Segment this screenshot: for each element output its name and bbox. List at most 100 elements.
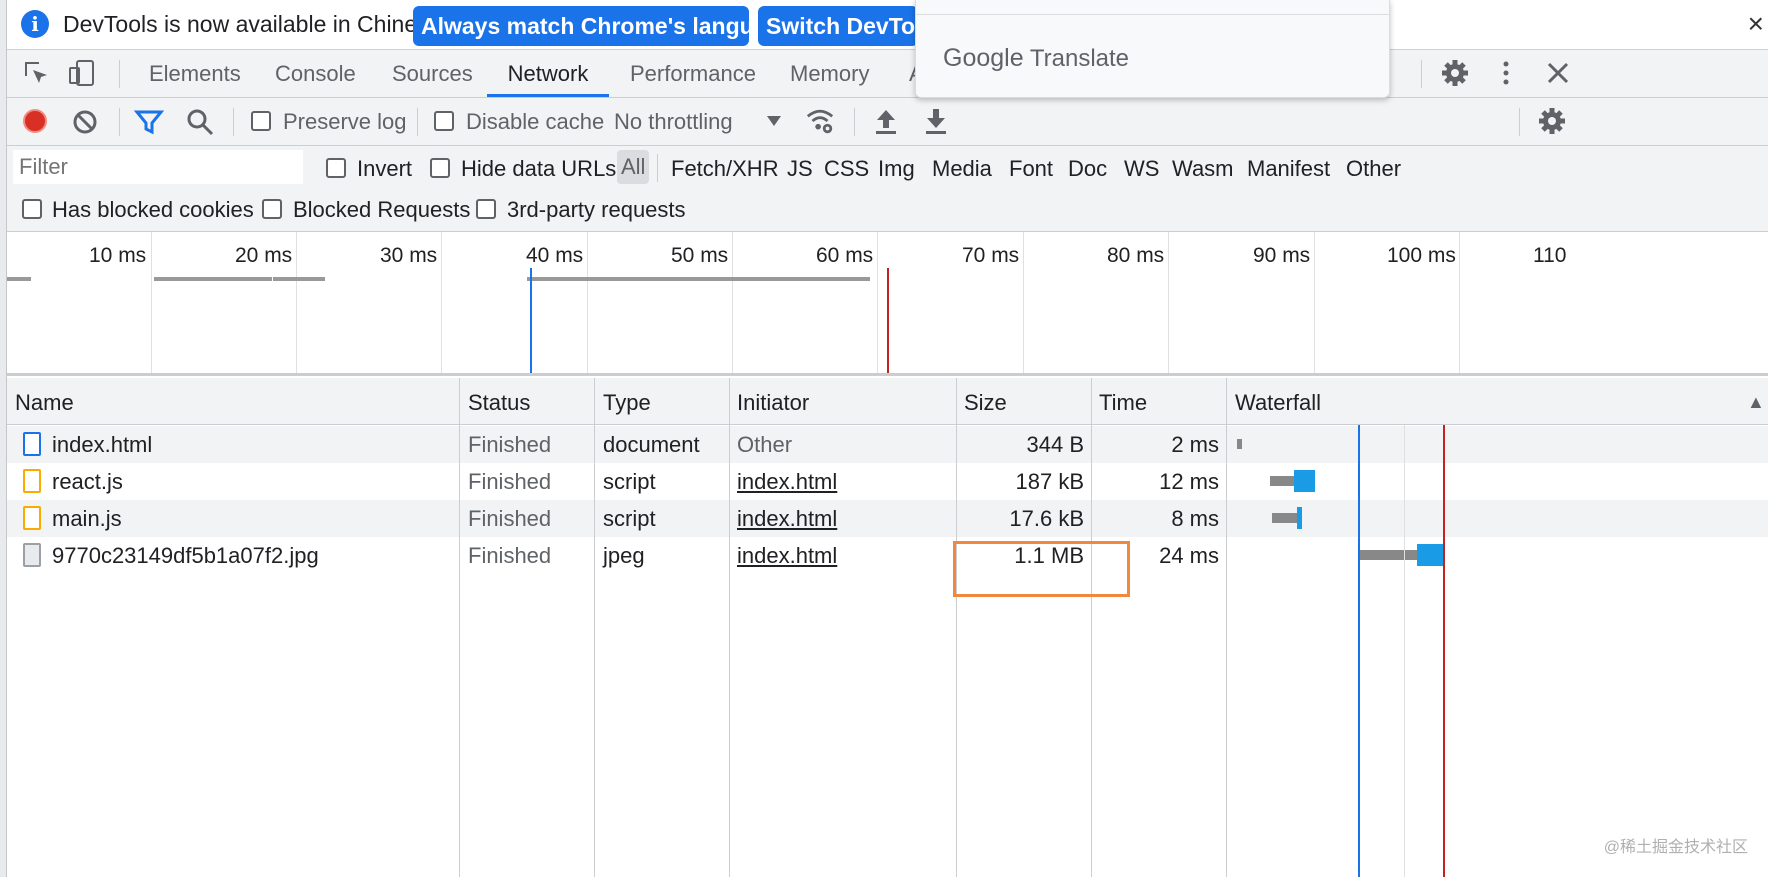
toolbar-separator [417,108,418,136]
overview-tick-label: 50 ms [671,244,729,267]
column-header-size[interactable]: Size [964,390,1007,416]
record-icon[interactable] [23,109,47,133]
request-initiator-link[interactable]: index.html [737,469,837,495]
clear-icon[interactable] [70,107,100,137]
column-header-type[interactable]: Type [603,390,651,416]
filter-icon[interactable] [134,107,164,137]
import-har-icon[interactable] [871,106,901,136]
third-party-requests-checkbox[interactable] [476,199,496,219]
table-row[interactable]: 9770c23149df5b1a07f2.jpg Finished jpeg i… [7,537,1768,574]
request-type: document [603,432,700,457]
column-divider[interactable] [1226,378,1227,877]
google-translate-popup: Google Translate [915,0,1390,98]
export-har-icon[interactable] [921,106,951,136]
hide-data-urls-checkbox[interactable] [430,158,450,178]
column-header-name[interactable]: Name [15,390,74,416]
column-header-initiator[interactable]: Initiator [737,390,809,416]
overview-gridline [1023,232,1024,373]
column-header-status[interactable]: Status [468,390,530,416]
column-divider[interactable] [956,378,957,877]
blocked-requests-checkbox[interactable] [262,199,282,219]
device-toolbar-icon[interactable] [67,58,97,88]
throttling-select[interactable]: No throttling [614,109,733,135]
tab-network[interactable]: Network [487,50,609,97]
load-event-line [1443,425,1445,877]
overview-tick-label: 20 ms [235,244,293,267]
filter-type-img[interactable]: Img [878,156,915,182]
inspect-element-icon[interactable] [21,58,51,88]
filter-type-doc[interactable]: Doc [1068,156,1107,182]
filter-bar: Invert Hide data URLs All Fetch/XHR JS C… [7,146,1768,232]
script-icon [23,469,41,493]
table-row[interactable]: react.js Finished script index.html 187 … [7,463,1768,500]
filter-type-all[interactable]: All [617,150,650,184]
waterfall-gridline [1404,425,1405,877]
always-match-language-button[interactable]: Always match Chrome's language [413,6,749,46]
request-initiator-link[interactable]: index.html [737,543,837,569]
sort-ascending-icon[interactable]: ▲ [1747,392,1765,413]
infobar-message: DevTools is now available in Chinese! [63,11,448,37]
tab-memory[interactable]: Memory [790,50,869,97]
request-type: script [603,469,656,494]
more-options-icon[interactable] [1491,58,1521,88]
network-overview-timeline[interactable]: 10 ms 20 ms 30 ms 40 ms 50 ms 60 ms 70 m… [7,232,1768,376]
request-name: main.js [52,506,122,531]
filter-type-wasm[interactable]: Wasm [1172,156,1234,182]
column-header-time[interactable]: Time [1099,390,1147,416]
waterfall-bar [1237,439,1242,449]
gear-icon[interactable] [1440,58,1470,88]
disable-cache-checkbox[interactable] [434,111,454,131]
filter-type-media[interactable]: Media [932,156,992,182]
filter-type-js[interactable]: JS [787,156,813,182]
column-header-waterfall[interactable]: Waterfall [1235,390,1321,416]
table-header: Name Status Type Initiator Size Time Wat… [7,378,1768,425]
tab-elements[interactable]: Elements [149,50,241,97]
toolbar-separator [1519,108,1520,136]
filter-input[interactable] [13,150,303,184]
has-blocked-cookies-label: Has blocked cookies [52,197,254,222]
overview-request-bar [273,277,325,281]
network-conditions-icon[interactable] [805,106,835,136]
filter-type-font[interactable]: Font [1009,156,1053,182]
toolbar-separator [119,60,120,88]
filter-type-other[interactable]: Other [1346,156,1401,182]
watermark: @稀土掘金技术社区 [1603,839,1748,856]
switch-devtools-button[interactable]: Switch DevTools [758,6,918,46]
overview-gridline [1314,232,1315,373]
table-row[interactable]: index.html Finished document Other 344 B… [7,426,1768,463]
left-edge [0,0,7,877]
filter-type-fetch-xhr[interactable]: Fetch/XHR [671,156,779,182]
request-name: 9770c23149df5b1a07f2.jpg [52,543,319,568]
requests-table: Name Status Type Initiator Size Time Wat… [7,378,1768,877]
overview-gridline [732,232,733,373]
preserve-log-checkbox[interactable] [251,111,271,131]
column-divider[interactable] [594,378,595,877]
filter-type-css[interactable]: CSS [824,156,869,182]
table-row[interactable]: main.js Finished script index.html 17.6 … [7,500,1768,537]
overview-request-bar [527,277,870,281]
tab-console[interactable]: Console [275,50,356,97]
request-size: 17.6 kB [1009,506,1084,531]
request-initiator-link[interactable]: index.html [737,506,837,532]
filter-type-ws[interactable]: WS [1124,156,1159,182]
tab-sources[interactable]: Sources [392,50,473,97]
filter-type-manifest[interactable]: Manifest [1247,156,1330,182]
request-name: index.html [52,432,153,457]
invert-checkbox[interactable] [326,158,346,178]
request-time: 8 ms [1171,506,1219,531]
preserve-log-label: Preserve log [283,109,407,134]
column-divider[interactable] [459,378,460,877]
has-blocked-cookies-checkbox[interactable] [22,199,42,219]
column-divider[interactable] [1091,378,1092,877]
overview-request-bar [154,277,272,281]
chevron-down-icon[interactable] [765,114,783,128]
request-type: script [603,506,656,531]
tab-performance[interactable]: Performance [630,50,756,97]
overview-tick-label: 10 ms [89,244,147,267]
search-icon[interactable] [185,107,215,137]
close-icon[interactable]: × [1748,8,1764,40]
close-devtools-icon[interactable] [1543,58,1573,88]
network-settings-gear-icon[interactable] [1537,106,1567,136]
column-divider[interactable] [729,378,730,877]
waterfall-download-block [1294,470,1315,492]
